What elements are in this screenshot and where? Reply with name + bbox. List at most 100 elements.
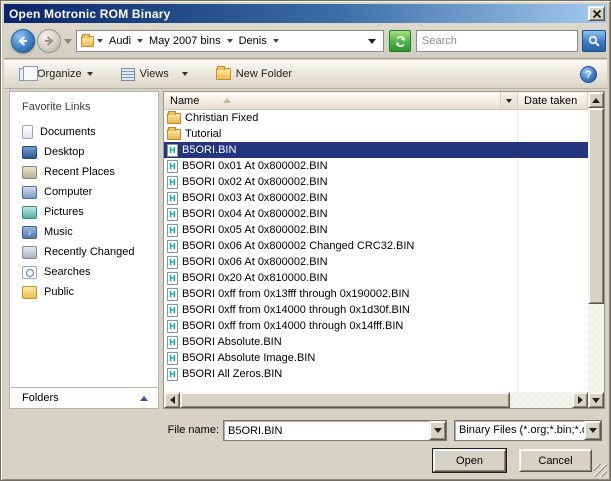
sidebar-item-searches[interactable]: Searches xyxy=(22,262,158,282)
scroll-down-button[interactable] xyxy=(588,392,604,408)
breadcrumb-item-may-2007-bins[interactable]: May 2007 bins xyxy=(146,35,224,47)
sidebar-item-label: Documents xyxy=(40,126,96,138)
back-button[interactable] xyxy=(11,29,35,53)
help-button[interactable]: ? xyxy=(580,66,597,83)
folders-expander[interactable]: Folders xyxy=(9,387,159,409)
views-button[interactable]: Views xyxy=(114,65,195,84)
file-row[interactable]: H B5ORI 0xff from 0x13fff through 0x1900… xyxy=(164,286,588,302)
file-row[interactable]: H B5ORI 0x06 At 0x800002 Changed CRC32.B… xyxy=(164,238,588,254)
breadcrumb-separator-icon[interactable] xyxy=(137,39,143,43)
file-row[interactable]: Christian Fixed xyxy=(164,110,588,126)
documents-icon xyxy=(22,125,33,139)
scroll-left-button[interactable] xyxy=(164,392,180,408)
views-label: Views xyxy=(140,68,169,80)
file-row[interactable]: H B5ORI 0x06 At 0x800002.BIN xyxy=(164,254,588,270)
bin-file-icon: H xyxy=(167,256,178,269)
vertical-scroll-thumb[interactable] xyxy=(588,108,604,304)
sidebar-item-label: Recently Changed xyxy=(44,246,135,258)
sidebar-item-recently-changed[interactable]: Recently Changed xyxy=(22,242,158,262)
sidebar-item-public[interactable]: Public xyxy=(22,282,158,302)
file-row[interactable]: H B5ORI 0x04 At 0x800002.BIN xyxy=(164,206,588,222)
file-row[interactable]: H B5ORI 0x02 At 0x800002.BIN xyxy=(164,174,588,190)
horizontal-scrollbar[interactable] xyxy=(164,392,588,408)
public-folder-icon xyxy=(22,286,37,299)
sidebar-item-computer[interactable]: Computer xyxy=(22,182,158,202)
file-type-combo[interactable]: Binary Files (*.org;*.bin;*.ori;*.s xyxy=(454,420,602,441)
file-row-selected[interactable]: H B5ORI.BIN xyxy=(164,142,588,158)
sidebar-item-label: Desktop xyxy=(44,146,84,158)
file-row[interactable]: H B5ORI Absolute.BIN xyxy=(164,334,588,350)
music-note-glyph: ♪ xyxy=(28,228,32,237)
file-name: B5ORI 0x03 At 0x800002.BIN xyxy=(182,192,328,204)
breadcrumb[interactable]: Audi May 2007 bins Denis xyxy=(76,30,384,52)
bin-file-icon: H xyxy=(167,144,178,157)
breadcrumb-item-denis[interactable]: Denis xyxy=(236,35,270,47)
sidebar-item-music[interactable]: ♪ Music xyxy=(22,222,158,242)
file-rows: Christian Fixed Tutorial H B5ORI.BIN H B… xyxy=(164,110,588,392)
file-row[interactable]: H B5ORI Absolute Image.BIN xyxy=(164,350,588,366)
search-button[interactable] xyxy=(582,30,606,52)
current-folder-icon xyxy=(81,36,94,47)
horizontal-scroll-thumb[interactable] xyxy=(180,392,510,408)
file-row[interactable]: Tutorial xyxy=(164,126,588,142)
breadcrumb-dropdown-icon[interactable] xyxy=(368,39,376,44)
command-toolbar: Organize Views New Folder ? xyxy=(4,60,607,89)
vertical-scrollbar[interactable] xyxy=(588,92,604,408)
bin-file-icon: H xyxy=(167,272,178,285)
breadcrumb-item-audi[interactable]: Audi xyxy=(106,35,134,47)
sidebar-item-recent-places[interactable]: Recent Places xyxy=(22,162,158,182)
file-type-dropdown-button[interactable] xyxy=(584,421,601,440)
searches-icon xyxy=(22,266,37,279)
column-header-name[interactable]: Name xyxy=(164,92,501,109)
file-name-combo xyxy=(223,420,447,441)
sidebar-item-label: Computer xyxy=(44,186,92,198)
sidebar-item-label: Recent Places xyxy=(44,166,115,178)
forward-button[interactable] xyxy=(37,29,61,53)
bin-file-icon: H xyxy=(167,352,178,365)
breadcrumb-separator-icon[interactable] xyxy=(227,39,233,43)
help-icon: ? xyxy=(585,69,592,81)
breadcrumb-separator-icon[interactable] xyxy=(273,39,279,43)
file-name: B5ORI Absolute.BIN xyxy=(182,336,282,348)
recent-pages-chevron-icon[interactable] xyxy=(64,39,72,44)
title-bar[interactable]: Open Motronic ROM Binary xyxy=(4,4,607,23)
file-name: B5ORI 0xff from 0x14000 through 0x1d30f.… xyxy=(182,304,410,316)
new-folder-button[interactable]: New Folder xyxy=(209,65,299,83)
file-row[interactable]: H B5ORI 0x01 At 0x800002.BIN xyxy=(164,158,588,174)
refresh-button[interactable] xyxy=(389,30,411,52)
sidebar-item-documents[interactable]: Documents xyxy=(22,122,158,142)
close-button[interactable] xyxy=(588,6,605,21)
organize-button[interactable]: Organize xyxy=(12,65,100,84)
file-name-input[interactable] xyxy=(224,421,429,440)
file-name: B5ORI 0xff from 0x13fff through 0x190002… xyxy=(182,288,409,300)
desktop-icon xyxy=(22,146,37,159)
open-button[interactable]: Open xyxy=(433,449,506,472)
search-input[interactable] xyxy=(417,31,577,51)
arrow-down-icon xyxy=(592,398,600,403)
sidebar-item-pictures[interactable]: Pictures xyxy=(22,202,158,222)
file-name-dropdown-button[interactable] xyxy=(429,421,446,440)
scroll-right-button[interactable] xyxy=(572,392,588,408)
file-row[interactable]: H B5ORI 0xff from 0x14000 through 0x14ff… xyxy=(164,318,588,334)
folder-icon xyxy=(167,129,181,140)
file-row[interactable]: H B5ORI 0x03 At 0x800002.BIN xyxy=(164,190,588,206)
scroll-up-button[interactable] xyxy=(588,92,604,108)
column-headers: Name Date taken xyxy=(164,92,588,110)
new-folder-label: New Folder xyxy=(236,68,292,80)
name-column-filter-button[interactable] xyxy=(501,92,518,109)
file-row[interactable]: H B5ORI 0x20 At 0x810000.BIN xyxy=(164,270,588,286)
resize-grip[interactable] xyxy=(594,464,607,477)
file-row[interactable]: H B5ORI 0x05 At 0x800002.BIN xyxy=(164,222,588,238)
computer-icon xyxy=(22,186,37,199)
sidebar-item-desktop[interactable]: Desktop xyxy=(22,142,158,162)
cancel-button[interactable]: Cancel xyxy=(519,449,592,472)
sidebar-item-label: Pictures xyxy=(44,206,84,218)
file-row[interactable]: H B5ORI All Zeros.BIN xyxy=(164,366,588,382)
file-row[interactable]: H B5ORI 0xff from 0x14000 through 0x1d30… xyxy=(164,302,588,318)
search-icon xyxy=(588,35,601,48)
bin-file-icon: H xyxy=(167,208,178,221)
file-name: B5ORI 0xff from 0x14000 through 0x14fff.… xyxy=(182,320,403,332)
file-name: B5ORI All Zeros.BIN xyxy=(182,368,282,380)
column-header-date-taken[interactable]: Date taken xyxy=(518,92,588,109)
window-title: Open Motronic ROM Binary xyxy=(9,7,170,21)
